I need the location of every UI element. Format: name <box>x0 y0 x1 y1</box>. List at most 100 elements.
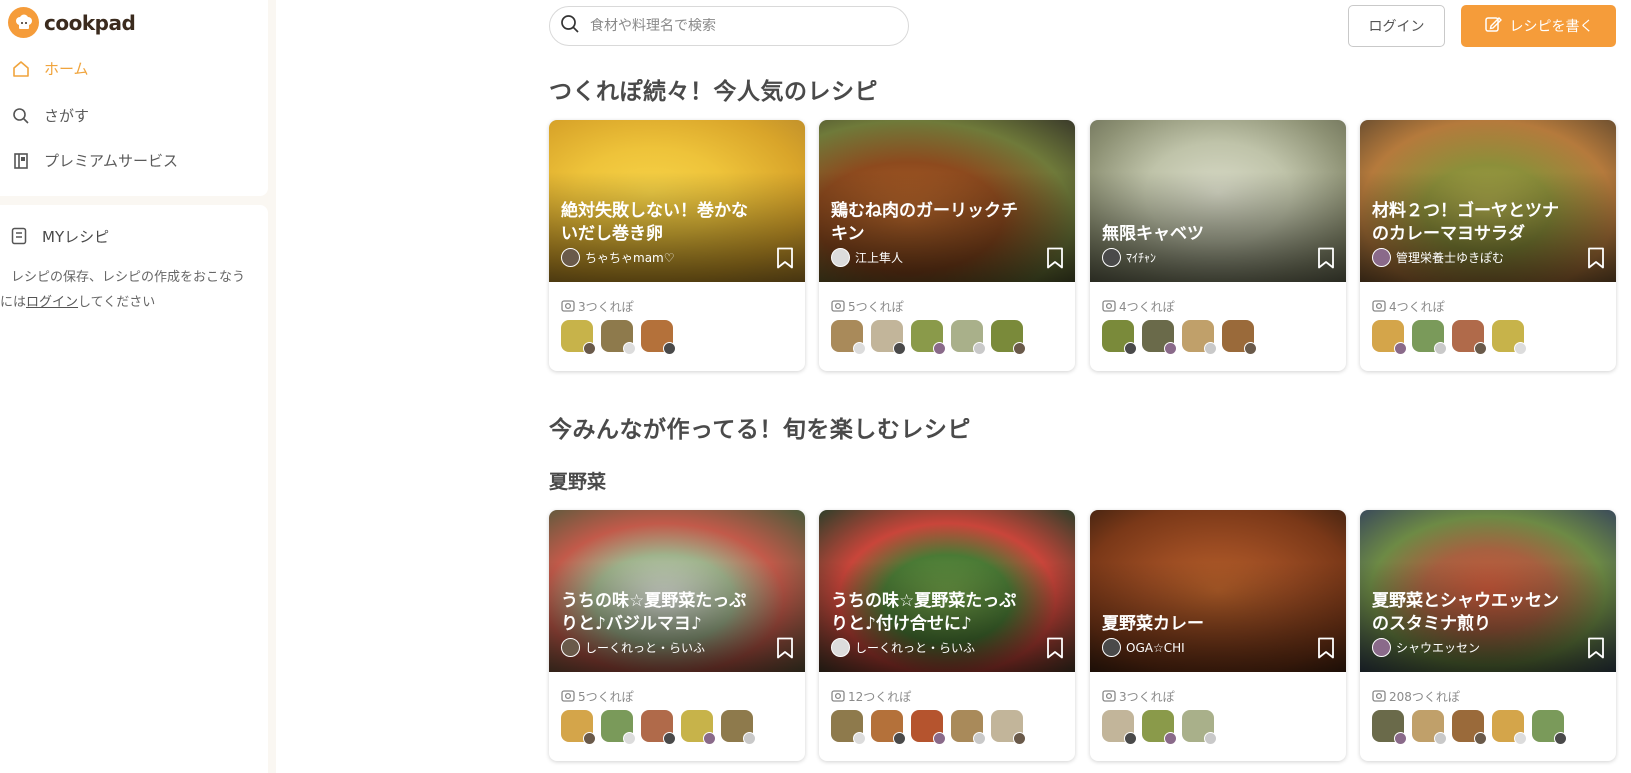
home-icon <box>11 59 31 79</box>
cookpad-logo[interactable]: cookpad <box>8 7 136 38</box>
recipe-title[interactable]: うちの味☆夏野菜たっぷりと♪付け合せに♪ <box>831 590 1031 636</box>
sidebar-item-premium[interactable]: プレミアムサービス <box>11 150 178 171</box>
tsukurepo-thumbnail[interactable] <box>601 710 636 745</box>
tsukurepo-thumbnail[interactable] <box>1372 710 1407 745</box>
tsukurepo-thumbnails <box>831 320 1031 355</box>
tsukurepo-thumbnail[interactable] <box>641 320 676 355</box>
tsukurepo-thumbnails <box>1372 320 1532 355</box>
sidebar-item-home[interactable]: ホーム <box>11 58 89 79</box>
recipe-photo[interactable]: うちの味☆夏野菜たっぷりと♪付け合せに♪ しーくれっと・らいふ <box>819 510 1075 672</box>
camera-icon <box>1102 688 1116 705</box>
tsukurepo-thumbnail[interactable] <box>1412 320 1447 355</box>
recipe-title[interactable]: うちの味☆夏野菜たっぷりと♪バジルマヨ♪ <box>561 590 761 636</box>
recipe-card[interactable]: 材料２つ！ゴーヤとツナのカレーマヨサラダ管理栄養士ゆきぽむ 4つくれぽ <box>1360 120 1616 371</box>
recipe-title[interactable]: 夏野菜カレー <box>1102 613 1302 636</box>
tsukurepo-thumbnail[interactable] <box>1222 320 1257 355</box>
recipe-author[interactable]: ﾏｲﾁｬﾝ <box>1102 248 1156 267</box>
author-avatar <box>1102 638 1121 657</box>
recipe-author[interactable]: OGA☆CHI <box>1102 638 1185 657</box>
recipe-card[interactable]: 絶対失敗しない！巻かないだし巻き卵ちゃちゃmam♡ 3つくれぽ <box>549 120 805 371</box>
tsukurepo-thumbnail[interactable] <box>831 710 866 745</box>
recipe-photo[interactable]: 鶏むね肉のガーリックチキン江上隼人 <box>819 120 1075 282</box>
tsukurepo-thumbnail[interactable] <box>1142 320 1177 355</box>
tsukurepo-thumbnail[interactable] <box>1492 320 1527 355</box>
tsukurepo-thumbnail[interactable] <box>1142 710 1177 745</box>
recipe-author[interactable]: 管理栄養士ゆきぽむ <box>1372 248 1504 267</box>
tsukurepo-thumbnail[interactable] <box>1102 320 1137 355</box>
author-name: しーくれっと・らいふ <box>585 641 706 655</box>
tsukurepo-thumbnail[interactable] <box>911 710 946 745</box>
bookmark-icon[interactable] <box>1046 247 1064 273</box>
tsukurepo-thumbnail[interactable] <box>561 710 596 745</box>
tsukurepo-thumbnail[interactable] <box>1372 320 1407 355</box>
recipe-card[interactable]: 無限キャベツ ﾏｲﾁｬﾝ 4つくれぽ <box>1090 120 1346 371</box>
my-recipe-title[interactable]: MYレシピ <box>11 226 109 247</box>
tsukurepo-thumbnail[interactable] <box>831 320 866 355</box>
tsukurepo-count: 208つくれぽ <box>1372 688 1460 705</box>
tsukurepo-thumbnail[interactable] <box>1182 320 1217 355</box>
tsukurepo-thumbnail[interactable] <box>1182 710 1217 745</box>
bookmark-icon[interactable] <box>776 247 794 273</box>
bookmark-icon[interactable] <box>1587 247 1605 273</box>
tsukurepo-thumbnail[interactable] <box>1412 710 1447 745</box>
tsukurepo-thumbnail[interactable] <box>911 320 946 355</box>
tsukurepo-thumbnail[interactable] <box>561 320 596 355</box>
author-avatar <box>561 248 580 267</box>
tsukurepo-thumbnail[interactable] <box>1102 710 1137 745</box>
recipe-title[interactable]: 鶏むね肉のガーリックチキン <box>831 200 1031 246</box>
tsukurepo-thumbnail[interactable] <box>601 320 636 355</box>
reporter-avatar <box>1394 342 1407 355</box>
recipe-card[interactable]: 夏野菜カレー OGA☆CHI 3つくれぽ <box>1090 510 1346 761</box>
tsukurepo-thumbnail[interactable] <box>871 320 906 355</box>
login-link[interactable]: ログイン <box>26 295 78 310</box>
tsukurepo-thumbnail[interactable] <box>1532 710 1567 745</box>
tsukurepo-thumbnail[interactable] <box>721 710 756 745</box>
reporter-avatar <box>1013 732 1026 745</box>
recipe-author[interactable]: しーくれっと・らいふ <box>561 638 705 657</box>
sidebar-item-search[interactable]: さがす <box>11 105 89 126</box>
recipe-author[interactable]: しーくれっと・らいふ <box>831 638 975 657</box>
author-avatar <box>1102 248 1121 267</box>
recipe-card[interactable]: 鶏むね肉のガーリックチキン 江上隼人 5つくれぽ <box>819 120 1075 371</box>
reporter-avatar <box>973 342 986 355</box>
recipe-title[interactable]: 夏野菜とシャウエッセンのスタミナ煎り <box>1372 590 1572 636</box>
tsukurepo-thumbnail[interactable] <box>951 710 986 745</box>
tsukurepo-thumbnail[interactable] <box>951 320 986 355</box>
recipe-author[interactable]: 江上隼人 <box>831 248 903 267</box>
tsukurepo-thumbnail[interactable] <box>1452 320 1487 355</box>
recipe-card[interactable]: 夏野菜とシャウエッセンのスタミナ煎りシャウエッセン 208つくれぽ <box>1360 510 1616 761</box>
tsukurepo-count: 3つくれぽ <box>561 298 634 315</box>
recipe-card[interactable]: うちの味☆夏野菜たっぷりと♪付け合せに♪ しーくれっと・らいふ 12つくれぽ <box>819 510 1075 761</box>
bookmark-icon[interactable] <box>776 637 794 663</box>
recipe-photo[interactable]: 絶対失敗しない！巻かないだし巻き卵ちゃちゃmam♡ <box>549 120 805 282</box>
bookmark-icon[interactable] <box>1046 637 1064 663</box>
recipe-photo[interactable]: 無限キャベツ ﾏｲﾁｬﾝ <box>1090 120 1346 282</box>
recipe-photo[interactable]: うちの味☆夏野菜たっぷりと♪バジルマヨ♪ しーくれっと・らいふ <box>549 510 805 672</box>
tsukurepo-thumbnail[interactable] <box>991 320 1026 355</box>
search-bar[interactable] <box>549 6 909 46</box>
tsukurepo-thumbnail[interactable] <box>681 710 716 745</box>
bookmark-icon[interactable] <box>1587 637 1605 663</box>
recipe-title[interactable]: 絶対失敗しない！巻かないだし巻き卵 <box>561 200 761 246</box>
write-recipe-button[interactable]: レシピを書く <box>1461 5 1616 47</box>
tsukurepo-thumbnail[interactable] <box>991 710 1026 745</box>
recipe-photo[interactable]: 材料２つ！ゴーヤとツナのカレーマヨサラダ管理栄養士ゆきぽむ <box>1360 120 1616 282</box>
tsukurepo-thumbnail[interactable] <box>1492 710 1527 745</box>
tsukurepo-label: 4つくれぽ <box>1389 300 1445 314</box>
recipe-card[interactable]: うちの味☆夏野菜たっぷりと♪バジルマヨ♪ しーくれっと・らいふ 5つくれぽ <box>549 510 805 761</box>
recipe-author[interactable]: ちゃちゃmam♡ <box>561 248 675 267</box>
bookmark-icon[interactable] <box>1317 247 1335 273</box>
recipe-photo[interactable]: 夏野菜カレー OGA☆CHI <box>1090 510 1346 672</box>
chef-hat-icon <box>8 7 39 38</box>
bookmark-icon[interactable] <box>1317 637 1335 663</box>
login-button[interactable]: ログイン <box>1348 5 1445 47</box>
tsukurepo-thumbnail[interactable] <box>871 710 906 745</box>
tsukurepo-thumbnail[interactable] <box>1452 710 1487 745</box>
tsukurepo-thumbnail[interactable] <box>641 710 676 745</box>
recipe-author[interactable]: シャウエッセン <box>1372 638 1480 657</box>
recipe-photo[interactable]: 夏野菜とシャウエッセンのスタミナ煎りシャウエッセン <box>1360 510 1616 672</box>
search-input[interactable] <box>590 18 890 34</box>
reporter-avatar <box>893 732 906 745</box>
recipe-title[interactable]: 無限キャベツ <box>1102 223 1302 246</box>
recipe-title[interactable]: 材料２つ！ゴーヤとツナのカレーマヨサラダ <box>1372 200 1572 246</box>
